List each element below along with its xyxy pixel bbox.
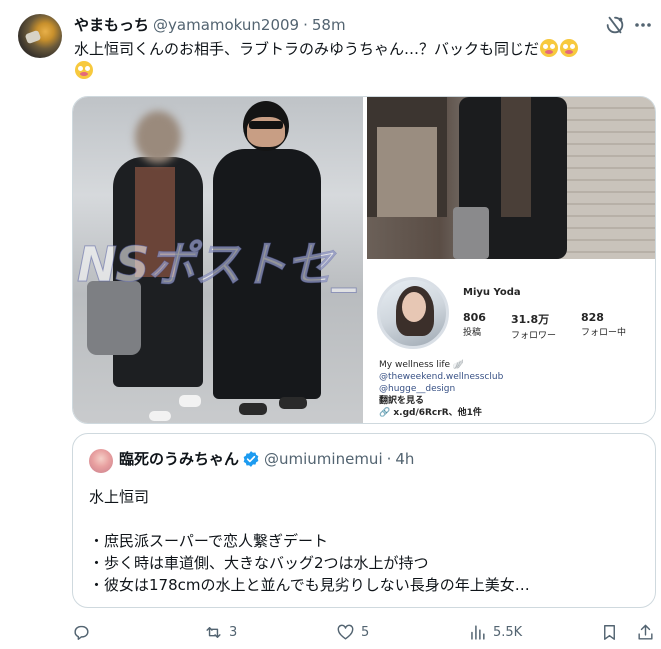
reply-icon [74, 625, 89, 640]
tweet-header: やまもっち @yamamokun2009 · 58m [74, 14, 346, 36]
heart-icon [337, 624, 354, 640]
ig-stat-following: 828 フォロー中 [581, 311, 626, 338]
share-icon [638, 624, 653, 640]
separator-dot: · [386, 449, 392, 468]
photo-storefront [377, 127, 437, 217]
handle[interactable]: @yamamokun2009 [153, 16, 299, 34]
ig-followers-count: 31.8万 [511, 313, 550, 326]
ig-url: x.gd/6RcrR、他1件 [393, 408, 482, 418]
ig-url-line: 🔗 x.gd/6RcrR、他1件 [379, 407, 503, 419]
blurred-face [135, 111, 181, 163]
media-grid: NSポストセ_ Miyu Yoda 806 投稿 31.8万 フォロワー 828… [72, 96, 656, 424]
ig-avatar-face [402, 292, 426, 322]
bookmark-button[interactable] [600, 620, 619, 644]
quoted-handle[interactable]: @umiuminemui [264, 450, 383, 468]
verified-badge-icon [242, 450, 260, 468]
repost-count: 3 [229, 624, 238, 640]
like-count: 5 [361, 624, 370, 640]
ig-bio-line: My wellness life 🪽 [379, 360, 465, 370]
flushed-face-emoji-icon [560, 39, 579, 57]
ig-following-label: フォロー中 [581, 328, 627, 338]
photo-bag [453, 207, 489, 259]
photo-watermark: NSポストセ_ [77, 237, 357, 294]
tweet-text: 水上恒司くんのお相手、ラブトラのみゆうちゃん…？バックも同じだ [74, 38, 644, 82]
ig-posts-label: 投稿 [463, 328, 482, 338]
ig-avatar [377, 277, 449, 349]
more-options-icon[interactable] [632, 14, 654, 36]
photo-figure [249, 121, 283, 129]
grok-icon[interactable] [604, 14, 626, 36]
quoted-text: 水上恒司 ・庶民派スーパーで恋人繋ぎデート ・歩く時は車道側、大きなバッグ2つは… [89, 488, 530, 594]
separator-dot: · [303, 16, 308, 34]
timestamp[interactable]: 58m [312, 16, 346, 34]
media-photo-street[interactable] [367, 97, 655, 259]
bookmark-icon [604, 624, 615, 640]
link-icon: 🔗 [379, 408, 394, 418]
ig-translate: 翻訳を見る [379, 396, 425, 406]
reply-button[interactable] [72, 620, 97, 644]
avatar[interactable] [18, 14, 62, 58]
media-instagram-profile[interactable]: Miyu Yoda 806 投稿 31.8万 フォロワー 828 フォロー中 M… [367, 263, 655, 423]
quoted-display-name[interactable]: 臨死のうみちゃん [119, 448, 239, 469]
share-button[interactable] [636, 620, 655, 644]
ig-stat-posts: 806 投稿 [463, 311, 486, 338]
photo-figure [239, 403, 267, 415]
like-button[interactable]: 5 [336, 620, 369, 644]
repost-button[interactable]: 3 [204, 620, 237, 644]
media-photo-couple[interactable]: NSポストセ_ [73, 97, 363, 423]
flushed-face-emoji-icon [75, 61, 93, 79]
display-name[interactable]: やまもっち [74, 14, 149, 35]
ig-link-1: @theweekend.wellnessclub [379, 372, 504, 382]
views-button[interactable]: 5.5K [468, 620, 522, 644]
quoted-avatar[interactable] [89, 449, 113, 473]
quoted-header: 臨死のうみちゃん @umiuminemui · 4h [119, 448, 414, 469]
quoted-timestamp[interactable]: 4h [395, 450, 414, 468]
photo-scarf [501, 97, 531, 217]
repost-icon [206, 626, 221, 638]
ig-bio: My wellness life 🪽 @theweekend.wellnessc… [379, 359, 503, 419]
flushed-face-emoji-icon [540, 39, 559, 57]
views-chart-icon [471, 624, 485, 640]
views-count: 5.5K [493, 624, 523, 640]
photo-figure [149, 411, 171, 421]
photo-figure [179, 395, 201, 407]
ig-name: Miyu Yoda [463, 287, 521, 298]
tweet[interactable]: やまもっち @yamamokun2009 · 58m 水上恒司くんのお相手、ラブ… [0, 0, 661, 649]
ig-posts-count: 806 [463, 311, 486, 324]
ig-link-2: @hugge__design [379, 384, 456, 394]
tweet-text-body: 水上恒司くんのお相手、ラブトラのみゆうちゃん…？バックも同じだ [74, 40, 540, 58]
ig-followers-label: フォロワー [511, 331, 557, 341]
quoted-tweet[interactable]: 臨死のうみちゃん @umiuminemui · 4h 水上恒司 ・庶民派スーパー… [72, 433, 656, 608]
ig-following-count: 828 [581, 311, 604, 324]
action-bar: 3 5 5.5K [72, 620, 656, 644]
ig-stat-followers: 31.8万 フォロワー [511, 311, 556, 341]
photo-figure [279, 397, 307, 409]
